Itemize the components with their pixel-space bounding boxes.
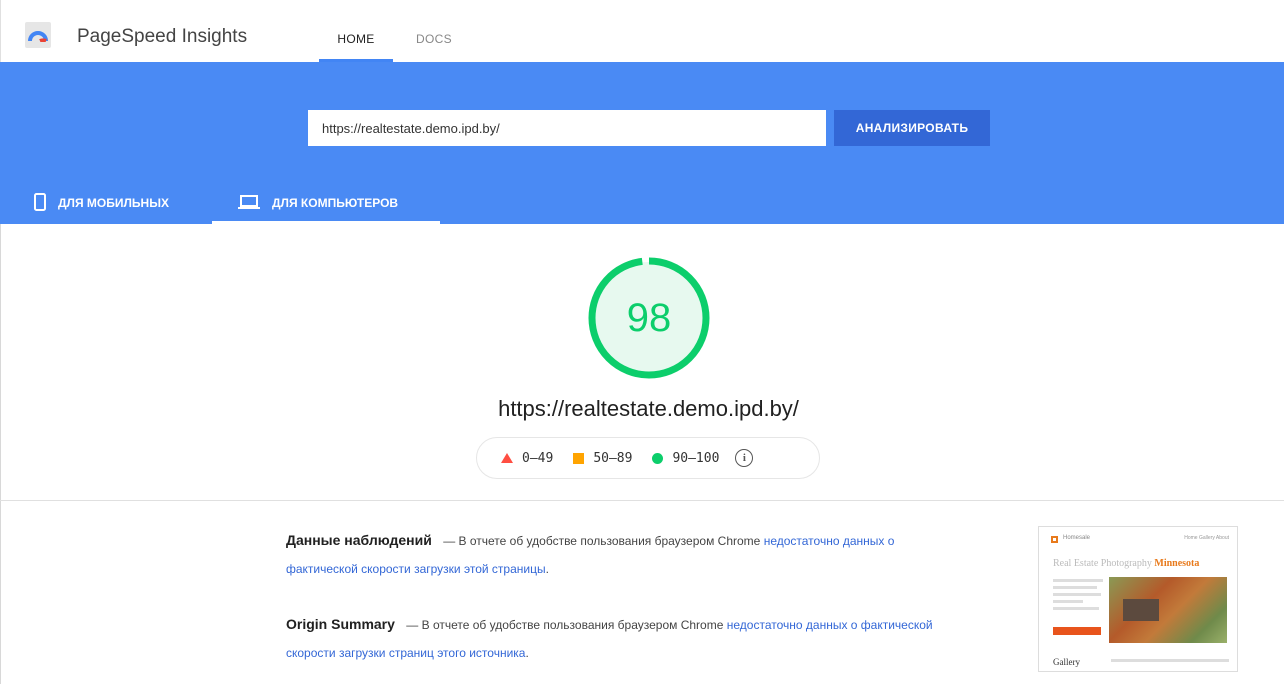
page-screenshot-thumbnail: Homesale Home Gallery About Real Estate … bbox=[1038, 526, 1238, 672]
legend-fail-label: 0–49 bbox=[522, 450, 554, 466]
thumbnail-nav: Home Gallery About bbox=[1184, 535, 1229, 541]
nav-home-label: HOME bbox=[337, 32, 375, 46]
nav-tab-docs[interactable]: DOCS bbox=[416, 32, 452, 46]
tab-mobile-label: ДЛЯ МОБИЛЬНЫХ bbox=[58, 196, 169, 210]
thumbnail-text-lines bbox=[1053, 579, 1103, 614]
left-border bbox=[0, 224, 1, 684]
info-icon[interactable]: i bbox=[735, 449, 754, 467]
thumbnail-house bbox=[1123, 599, 1159, 621]
tested-url: https://realtestate.demo.ipd.by/ bbox=[498, 396, 799, 421]
legend-pass-label: 90–100 bbox=[672, 450, 720, 466]
tab-desktop[interactable]: ДЛЯ КОМПЬЮТЕРОВ bbox=[212, 182, 440, 224]
origin-summary-end: . bbox=[525, 646, 529, 660]
url-input[interactable] bbox=[308, 110, 826, 146]
smartphone-icon bbox=[34, 192, 46, 214]
tab-mobile[interactable]: ДЛЯ МОБИЛЬНЫХ bbox=[34, 182, 169, 224]
field-data-section: Данные наблюдений — В отчете об удобстве… bbox=[286, 526, 966, 583]
thumbnail-title-part2: Minnesota bbox=[1154, 558, 1200, 569]
app-title[interactable]: PageSpeed Insights bbox=[77, 26, 247, 48]
triangle-icon bbox=[501, 453, 513, 463]
field-data-end: . bbox=[545, 562, 549, 576]
origin-summary-section: Origin Summary — В отчете об удобстве по… bbox=[286, 610, 966, 667]
circle-icon bbox=[652, 452, 664, 464]
field-data-heading: Данные наблюдений bbox=[286, 532, 432, 548]
section-divider bbox=[0, 500, 1284, 501]
score-legend: 0–49 50–89 90–100 i bbox=[476, 437, 820, 479]
square-icon bbox=[573, 452, 585, 464]
tab-desktop-label: ДЛЯ КОМПЬЮТЕРОВ bbox=[272, 196, 399, 210]
thumbnail-brand: Homesale bbox=[1063, 535, 1091, 541]
analyze-button[interactable]: АНАЛИЗИРОВАТЬ bbox=[834, 110, 990, 146]
field-data-text: — В отчете об удобстве пользования брауз… bbox=[443, 534, 761, 548]
legend-average-label: 50–89 bbox=[593, 450, 633, 466]
analysis-header: АНАЛИЗИРОВАТЬ ДЛЯ МОБИЛЬНЫХ ДЛЯ КОМПЬЮТЕ… bbox=[0, 62, 1284, 224]
nav-tab-home[interactable]: HOME bbox=[319, 32, 393, 62]
thumbnail-title: Real Estate Photography Minnesota bbox=[1053, 558, 1199, 569]
origin-summary-heading: Origin Summary bbox=[286, 616, 395, 632]
top-bar: PageSpeed Insights HOME DOCS bbox=[0, 0, 1284, 62]
legend-pass: 90–100 bbox=[652, 451, 719, 466]
thumbnail-title-part1: Real Estate Photography bbox=[1053, 558, 1152, 569]
pagespeed-logo-icon[interactable] bbox=[25, 22, 51, 48]
thumbnail-bar bbox=[1111, 659, 1229, 662]
thumbnail-logo-icon bbox=[1051, 536, 1058, 543]
performance-score: 98 bbox=[626, 295, 672, 340]
thumbnail-button bbox=[1053, 627, 1101, 635]
origin-summary-text: — В отчете об удобстве пользования брауз… bbox=[406, 618, 724, 632]
legend-average: 50–89 bbox=[573, 451, 632, 466]
laptop-icon bbox=[238, 194, 260, 213]
legend-fail: 0–49 bbox=[501, 451, 553, 466]
thumbnail-gallery-heading: Gallery bbox=[1053, 657, 1080, 667]
selected-device-indicator bbox=[212, 221, 440, 224]
